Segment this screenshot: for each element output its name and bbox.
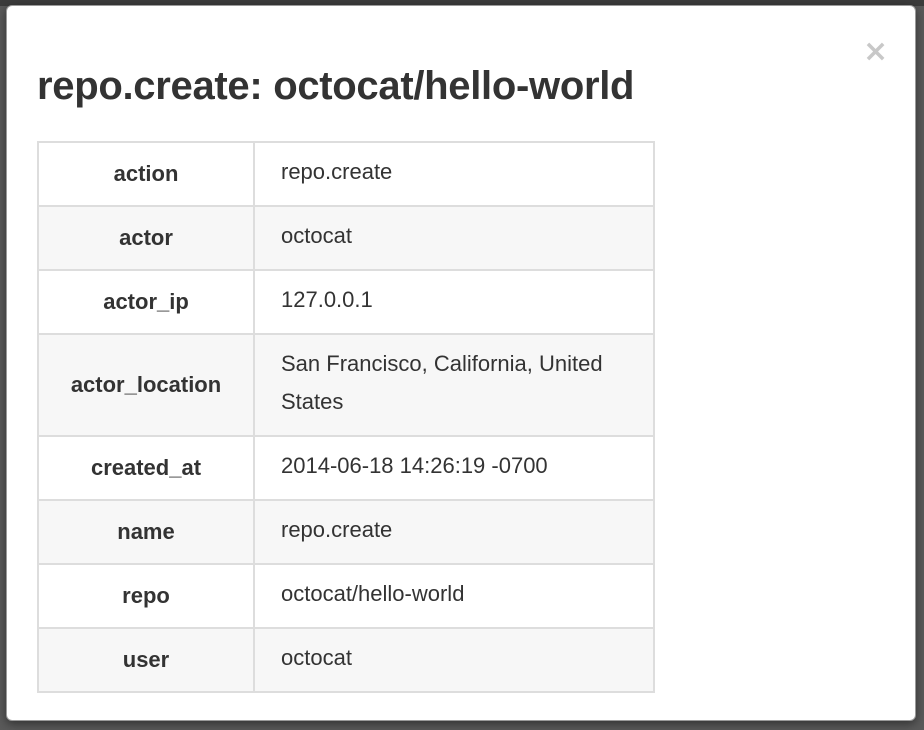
row-value-actor-ip: 127.0.0.1	[253, 269, 655, 335]
table-row: actor octocat	[37, 205, 655, 271]
row-key-action: action	[37, 141, 255, 207]
row-value-name: repo.create	[253, 499, 655, 565]
table-row: actor_location San Francisco, California…	[37, 333, 655, 437]
row-value-actor: octocat	[253, 205, 655, 271]
table-row: created_at 2014-06-18 14:26:19 -0700	[37, 435, 655, 501]
row-value-actor-location: San Francisco, California, United States	[253, 333, 655, 437]
table-row: repo octocat/hello-world	[37, 563, 655, 629]
row-value-created-at: 2014-06-18 14:26:19 -0700	[253, 435, 655, 501]
table-row: name repo.create	[37, 499, 655, 565]
table-row: actor_ip 127.0.0.1	[37, 269, 655, 335]
details-table: action repo.create actor octocat actor_i…	[37, 141, 655, 693]
row-key-name: name	[37, 499, 255, 565]
row-key-actor-ip: actor_ip	[37, 269, 255, 335]
row-key-actor: actor	[37, 205, 255, 271]
row-value-action: repo.create	[253, 141, 655, 207]
row-key-created-at: created_at	[37, 435, 255, 501]
close-icon[interactable]: ×	[863, 37, 888, 67]
table-row: action repo.create	[37, 141, 655, 207]
row-key-actor-location: actor_location	[37, 333, 255, 437]
row-key-user: user	[37, 627, 255, 693]
audit-log-modal: × repo.create: octocat/hello-world actio…	[6, 5, 916, 721]
row-value-user: octocat	[253, 627, 655, 693]
row-key-repo: repo	[37, 563, 255, 629]
row-value-repo: octocat/hello-world	[253, 563, 655, 629]
modal-title: repo.create: octocat/hello-world	[37, 64, 635, 108]
table-row: user octocat	[37, 627, 655, 693]
